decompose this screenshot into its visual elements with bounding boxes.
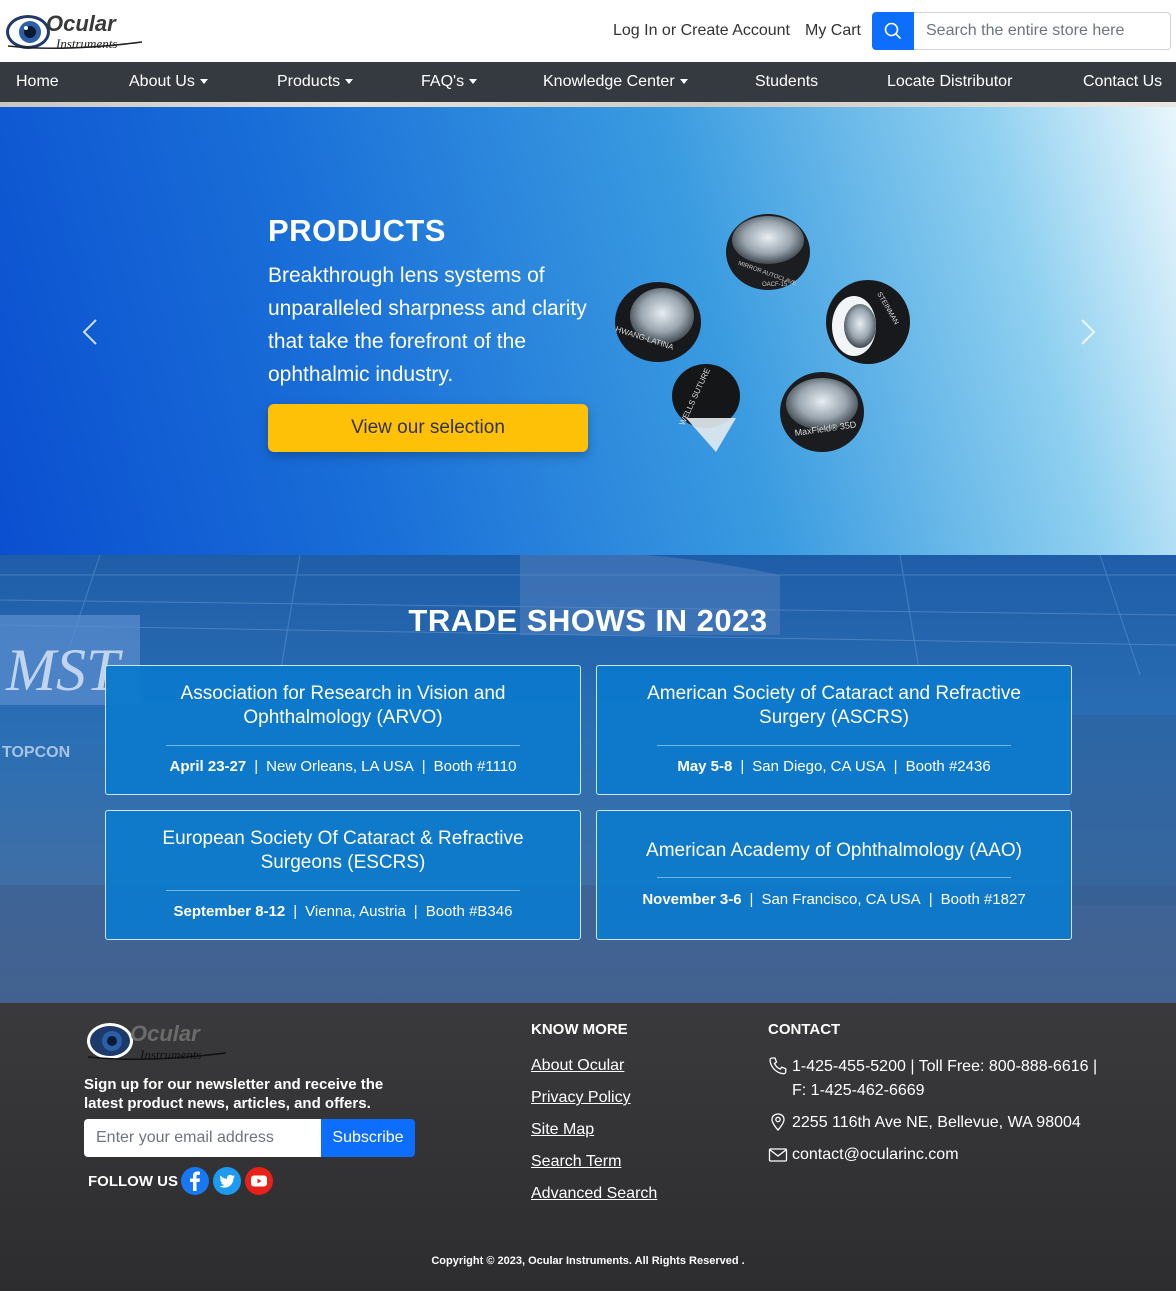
nav-label: About Us xyxy=(129,73,195,90)
nav-label: Products xyxy=(277,73,341,90)
carousel-next-arrow-icon[interactable] xyxy=(1072,312,1102,352)
footer-ocular-logo[interactable]: Ocular Instruments xyxy=(84,1017,229,1065)
main-nav: Home About Us Products FAQ's Knowledge C… xyxy=(0,62,1176,102)
nav-item-home[interactable]: Home xyxy=(16,73,59,91)
booth-sign: TOPCON xyxy=(2,744,70,761)
caret-down-icon xyxy=(469,79,478,85)
card-divider xyxy=(657,745,1011,746)
contact-fax: F: 1-425-462-6669 xyxy=(792,1082,925,1099)
nav-item-students[interactable]: Students xyxy=(755,73,818,91)
trade-show-location: Vienna, Austria xyxy=(305,903,406,920)
facebook-icon[interactable] xyxy=(181,1167,209,1195)
hero-description: Breakthrough lens systems of unparallele… xyxy=(268,264,587,386)
trade-show-card[interactable]: Association for Research in Vision and O… xyxy=(105,665,581,795)
site-header: Ocular Instruments Log In or Create Acco… xyxy=(0,0,1176,62)
nav-label: Knowledge Center xyxy=(543,73,675,90)
trade-show-location: San Francisco, CA USA xyxy=(761,891,921,908)
button-label: View our selection xyxy=(351,417,505,438)
trade-show-location: San Diego, CA USA xyxy=(752,758,886,775)
know-more-heading: KNOW MORE xyxy=(531,1021,628,1038)
footer-link-privacy-policy[interactable]: Privacy Policy xyxy=(531,1089,631,1107)
nav-label: Contact Us xyxy=(1083,73,1163,90)
nav-label: FAQ's xyxy=(421,73,465,90)
search-input[interactable] xyxy=(914,12,1171,50)
nav-item-contact-us[interactable]: Contact Us xyxy=(1083,73,1162,91)
caret-down-icon xyxy=(345,79,354,85)
nav-label: Students xyxy=(755,73,819,90)
newsletter-email-input[interactable] xyxy=(84,1119,321,1157)
twitter-icon[interactable] xyxy=(213,1167,241,1195)
trade-show-details: September 8-12 | Vienna, Austria | Booth #B3… xyxy=(173,903,513,920)
caret-down-icon xyxy=(679,79,688,85)
twitter-glyph-icon xyxy=(219,1174,235,1188)
trade-show-card[interactable]: American Academy of Ophthalmology (AAO) … xyxy=(596,810,1072,940)
footer-link-site-map[interactable]: Site Map xyxy=(531,1121,594,1139)
nav-label: Locate Distributor xyxy=(887,73,1013,90)
facebook-glyph-icon xyxy=(190,1171,200,1191)
button-label: Subscribe xyxy=(332,1129,404,1146)
youtube-glyph-icon xyxy=(251,1175,267,1187)
footer-link-search-term[interactable]: Search Term xyxy=(531,1153,621,1171)
trade-show-name: American Society of Cataract and Refract… xyxy=(647,683,1021,728)
trade-show-dates: April 23-27 xyxy=(169,758,247,775)
nav-item-locate-distributor[interactable]: Locate Distributor xyxy=(887,73,1012,91)
logo-wordmark: Ocular xyxy=(130,1021,201,1046)
youtube-icon[interactable] xyxy=(245,1167,273,1195)
nav-label: Home xyxy=(16,73,59,90)
trade-show-booth: Booth #1827 xyxy=(940,891,1026,908)
contact-address: 2255 116th Ave NE, Bellevue, WA 98004 xyxy=(792,1114,1081,1131)
trade-show-dates: September 8-12 xyxy=(173,903,286,920)
copyright-text: Copyright © 2023, Ocular Instruments. Al… xyxy=(431,1255,745,1267)
trade-show-booth: Booth #2436 xyxy=(905,758,991,775)
trade-show-name: American Academy of Ophthalmology (AAO) xyxy=(646,840,1022,861)
card-divider xyxy=(166,745,520,746)
subscribe-button[interactable]: Subscribe xyxy=(321,1119,415,1157)
carousel-prev-arrow-icon[interactable] xyxy=(76,312,106,352)
lens-label: OACF-15 xyxy=(762,282,788,288)
nav-item-about-us[interactable]: About Us xyxy=(129,73,208,91)
logo-wordmark: Ocular xyxy=(46,11,117,36)
hero-title: PRODUCTS xyxy=(268,213,446,248)
nav-item-knowledge-center[interactable]: Knowledge Center xyxy=(543,73,688,91)
trade-show-name: European Society Of Cataract & Refractiv… xyxy=(162,828,524,873)
view-selection-button[interactable]: View our selection xyxy=(268,404,588,452)
contact-email-link[interactable]: contact@ocularinc.com xyxy=(792,1143,959,1167)
trade-show-name: Association for Research in Vision and O… xyxy=(180,683,506,728)
hero-carousel: PRODUCTS Breakthrough lens systems of un… xyxy=(0,107,1176,555)
trade-show-booth: Booth #B346 xyxy=(425,903,513,920)
phone-icon xyxy=(769,1057,787,1075)
footer-link-about-ocular[interactable]: About Ocular xyxy=(531,1057,624,1075)
newsletter-text: Sign up for our newsletter and receive t… xyxy=(84,1076,384,1112)
trade-show-details: November 3-6 | San Francisco, CA USA | Booth… xyxy=(642,891,1026,908)
ocular-logo[interactable]: Ocular Instruments xyxy=(4,6,144,54)
trade-show-dates: May 5-8 xyxy=(677,758,733,775)
card-divider xyxy=(657,877,1011,878)
trade-show-booth: Booth #1110 xyxy=(433,758,517,775)
contact-phone: 1-425-455-5200 | Toll Free: 800-888-6616… xyxy=(792,1058,1098,1075)
cart-link[interactable]: My Cart xyxy=(805,22,861,40)
caret-down-icon xyxy=(199,79,208,85)
envelope-icon xyxy=(768,1148,788,1162)
site-footer: Ocular Instruments Sign up for our newsl… xyxy=(0,1003,1176,1291)
trade-shows-section: MST TOPCON TRADE SHOWS IN 2023 Associati… xyxy=(0,555,1176,1003)
search-icon xyxy=(884,22,902,40)
login-link[interactable]: Log In or Create Account xyxy=(613,22,790,40)
location-pin-icon xyxy=(771,1113,785,1131)
trade-show-card[interactable]: European Society Of Cataract & Refractiv… xyxy=(105,810,581,940)
trade-show-location: New Orleans, LA USA xyxy=(266,758,414,775)
trade-show-dates: November 3-6 xyxy=(642,891,742,908)
trade-show-details: April 23-27 | New Orleans, LA USA | Booth #1… xyxy=(169,758,517,775)
lens-products-image: MIRROR AUTOCLAVE OACF-15 HWANG-LATINA ST… xyxy=(614,214,910,452)
trade-shows-title: TRADE SHOWS IN 2023 xyxy=(408,603,768,638)
card-divider xyxy=(166,890,520,891)
nav-item-faqs[interactable]: FAQ's xyxy=(421,73,478,91)
follow-us-label: FOLLOW US xyxy=(88,1173,178,1190)
trade-show-card[interactable]: American Society of Cataract and Refract… xyxy=(596,665,1072,795)
nav-item-products[interactable]: Products xyxy=(277,73,354,91)
footer-link-advanced-search[interactable]: Advanced Search xyxy=(531,1185,657,1203)
contact-heading: CONTACT xyxy=(768,1021,841,1038)
search-button[interactable] xyxy=(872,12,914,50)
trade-show-details: May 5-8 | San Diego, CA USA | Booth #2436 xyxy=(677,758,991,775)
